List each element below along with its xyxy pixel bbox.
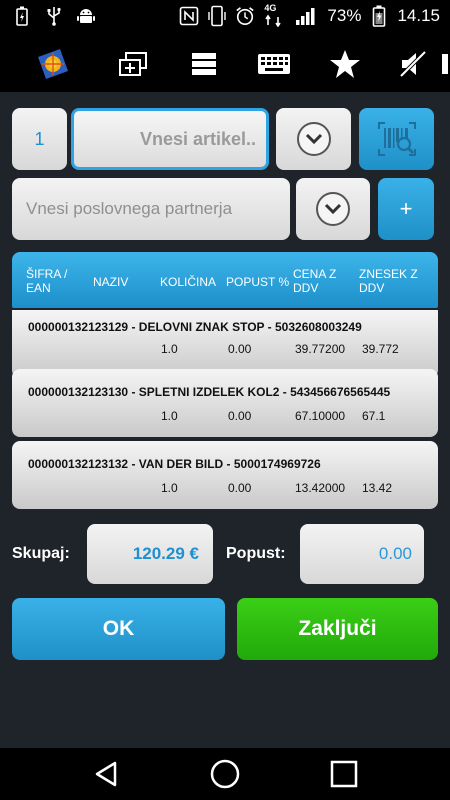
table-row[interactable]: 000000132123129 - DELOVNI ZNAK STOP - 50… [12,310,438,378]
total-value: 120.29 € [87,524,213,584]
row-amount: 39.772 [362,342,399,356]
battery-charging-icon [12,6,32,26]
android-debug-icon [76,6,96,26]
toolbar [0,34,450,92]
header-cena[interactable]: CENA Z DDV [293,267,336,295]
row-discount: 0.00 [228,409,252,423]
finish-button[interactable]: Zaključi [237,598,438,660]
keyboard-icon[interactable] [254,44,294,84]
row-price: 13.42000 [295,481,346,495]
barcode-scan-button[interactable] [359,108,434,170]
total-label: Skupaj: [12,545,70,562]
recent-apps-icon[interactable] [324,754,364,794]
star-icon[interactable] [325,44,365,84]
row-quantity: 1.0 [161,342,178,356]
row-title: 000000132123132 - VAN DER BILD - 5000174… [28,457,321,471]
row-title: 000000132123129 - DELOVNI ZNAK STOP - 50… [28,320,362,334]
battery-icon [369,5,389,27]
row-quantity: 1.0 [161,409,178,423]
header-popust[interactable]: POPUST % [226,275,289,289]
back-icon[interactable] [86,754,126,794]
mute-icon[interactable] [393,44,433,84]
article-input[interactable]: Vnesi artikel.. [71,108,269,170]
ok-button[interactable]: OK [12,598,225,660]
row-title: 000000132123130 - SPLETNI IZDELEK KOL2 -… [28,385,391,399]
header-znesek-line1: ZNESEK Z [359,267,418,281]
header-sifra[interactable]: ŠIFRA / EAN [26,267,67,295]
barcode-scan-icon [377,122,416,156]
partner-dropdown-button[interactable] [296,178,370,240]
header-sifra-line1: ŠIFRA / [26,267,68,281]
usb-icon [44,6,64,26]
network-indicator: 4G [263,3,287,28]
list-icon[interactable] [184,44,224,84]
table-row[interactable]: 000000132123132 - VAN DER BILD - 5000174… [12,441,438,509]
network-type-label: 4G [264,3,277,13]
discount-field[interactable]: 0.00 [300,524,424,584]
discount-label: Popust: [226,545,286,562]
alarm-icon [235,6,255,26]
row-discount: 0.00 [228,342,252,356]
header-naziv[interactable]: NAZIV [93,275,128,289]
signal-icon [295,6,319,26]
header-sifra-line2: EAN [26,281,51,295]
home-icon[interactable] [205,754,245,794]
partner-input[interactable]: Vnesi poslovnega partnerja [12,178,290,240]
phone-vibrate-icon [207,5,227,27]
chevron-down-icon [316,192,350,226]
row-price: 39.77200 [295,342,346,356]
clock: 14.15 [397,6,440,25]
header-cena-line1: CENA Z [293,267,337,281]
table-header: ŠIFRA / EAN NAZIV KOLIČINA POPUST % CENA… [12,252,438,308]
row-quantity: 1.0 [161,481,178,495]
main-content: 1 Vnesi artikel.. Vnesi poslovnega partn… [0,92,450,748]
add-window-icon[interactable] [113,44,153,84]
nfc-icon [179,6,199,26]
row-amount: 13.42 [362,481,393,495]
status-bar: 4G 73% 14.15 [0,0,450,34]
quantity-field[interactable]: 1 [12,108,67,170]
header-kolicina[interactable]: KOLIČINA [160,275,216,289]
battery-percent: 73% [327,6,362,25]
header-cena-line2: DDV [293,281,319,295]
row-amount: 67.1 [362,409,386,423]
app-logo-icon[interactable] [33,44,73,84]
header-znesek[interactable]: ZNESEK Z DDV [359,267,418,295]
chevron-down-icon [296,122,331,156]
article-dropdown-button[interactable] [276,108,351,170]
table-row[interactable]: 000000132123130 - SPLETNI IZDELEK KOL2 -… [12,369,438,437]
header-znesek-line2: DDV [359,281,385,295]
row-discount: 0.00 [228,481,252,495]
row-price: 67.10000 [295,409,346,423]
overflow-item-icon[interactable] [440,44,450,84]
add-partner-button[interactable]: + [378,178,434,240]
navigation-bar [0,748,450,800]
